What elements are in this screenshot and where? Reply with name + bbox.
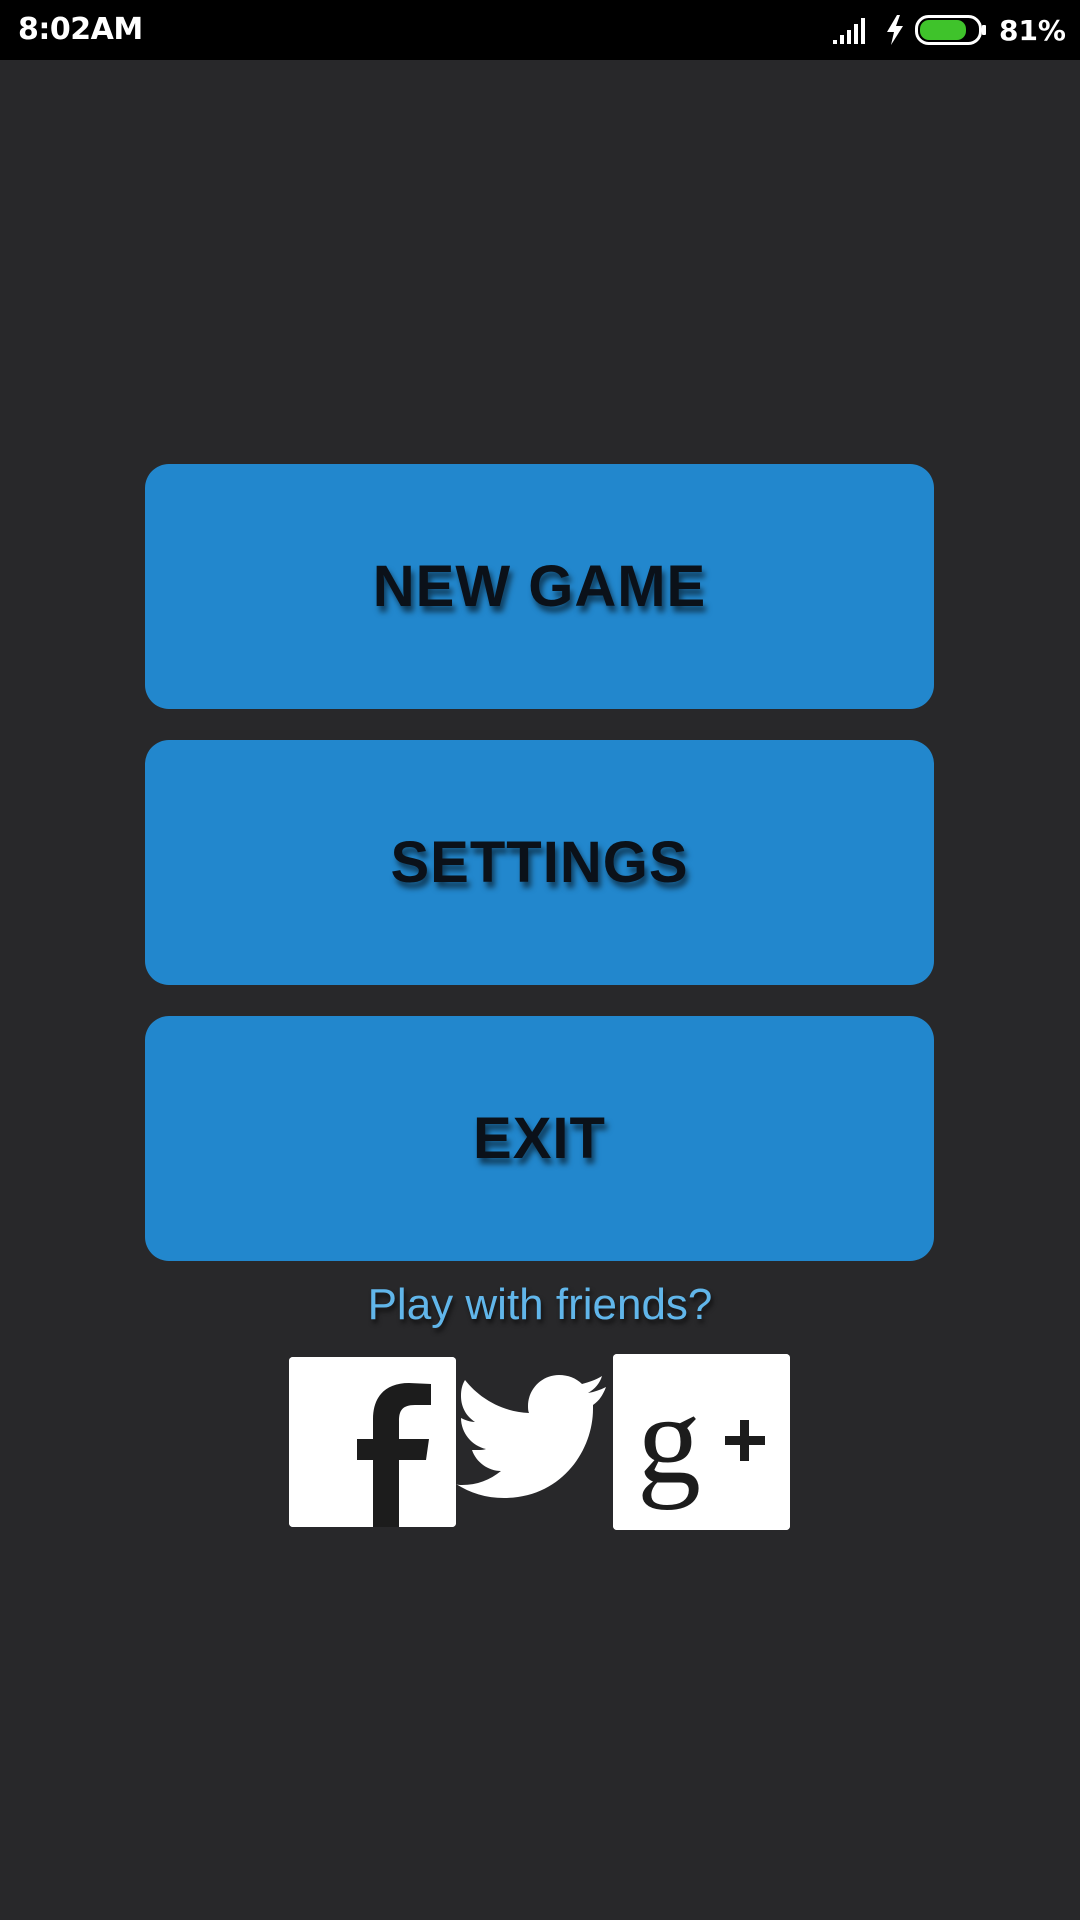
signal-icon [832,18,865,44]
facebook-icon [289,1357,456,1527]
twitter-icon [456,1375,606,1498]
status-icons: 81% [832,10,1066,50]
svg-text:g: g [637,1368,701,1510]
charging-bolt-icon [886,15,903,45]
facebook-button[interactable] [289,1357,456,1527]
settings-button[interactable]: SETTINGS [145,740,934,985]
status-time: 8:02AM [18,12,143,47]
new-game-button[interactable]: NEW GAME [145,464,934,709]
exit-label: EXIT [473,1106,606,1171]
new-game-label: NEW GAME [372,554,707,619]
play-with-friends-prompt: Play with friends? [367,1280,713,1329]
battery-icon [914,15,986,45]
exit-button[interactable]: EXIT [145,1016,934,1261]
battery-percent: 81% [998,13,1066,47]
status-bar: 8:02AM 81% [0,0,1080,60]
google-plus-button[interactable]: g [613,1354,790,1530]
google-plus-icon: g [613,1354,790,1530]
settings-label: SETTINGS [390,830,689,895]
twitter-button[interactable] [456,1375,612,1510]
